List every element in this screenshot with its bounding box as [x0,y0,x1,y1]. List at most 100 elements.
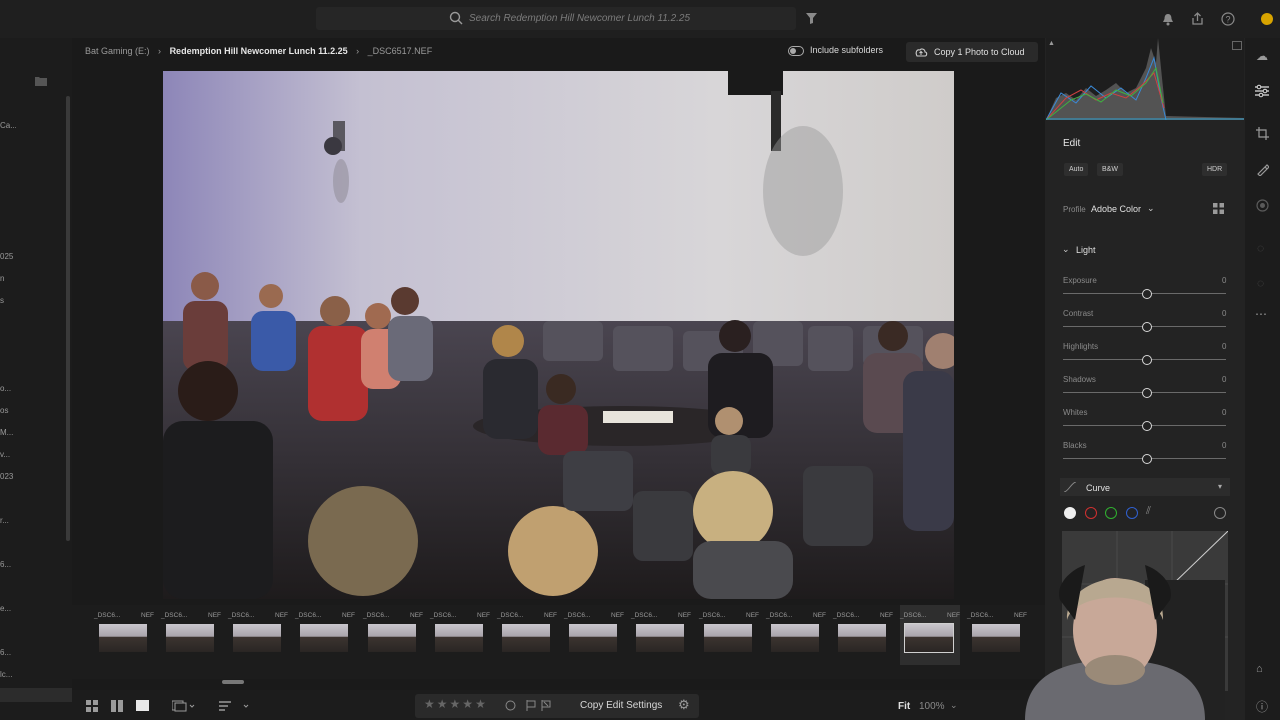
filmstrip-thumb[interactable]: _DSC6... NEF [430,605,490,665]
light-section-title[interactable]: Light [1076,245,1096,255]
filmstrip-scrollbar[interactable] [222,680,244,684]
sort-icon[interactable] [219,700,251,712]
profile-dropdown[interactable]: Adobe Color [1091,204,1141,214]
slider-handle[interactable] [1142,421,1152,431]
search-input[interactable]: Search Redemption Hill Newcomer Lunch 11… [316,7,796,30]
copy-to-cloud-button[interactable]: Copy 1 Photo to Cloud [906,42,1038,62]
collapse-light-icon[interactable]: ⌄ [1062,244,1070,255]
curve-reset-icon[interactable] [1214,507,1226,519]
curve-eyedropper-icon[interactable]: ⫽ [1146,505,1151,518]
filter-icon[interactable] [806,13,817,24]
star-icon[interactable]: ★ [437,697,448,711]
bw-button[interactable]: B&W [1097,163,1123,176]
slider-handle[interactable] [1142,388,1152,398]
sidebar-item[interactable]: r... [0,516,16,525]
sidebar-item[interactable]: e... [0,604,16,613]
healing-icon[interactable] [1256,163,1269,176]
unflag-icon[interactable] [505,700,516,711]
sidebar-item[interactable]: Ca... [0,121,16,130]
cloud-status-icon[interactable] [1261,13,1273,25]
filmstrip-thumb[interactable]: _DSC6... NEF [699,605,759,665]
sidebar-item[interactable]: 025 [0,252,16,261]
keyword-tag-icon[interactable]: ⌂ [1256,663,1263,675]
fit-zoom-button[interactable]: Fit [898,701,910,712]
slideshow-icon[interactable] [172,700,196,712]
filmstrip-thumb[interactable]: _DSC6... NEF [833,605,893,665]
star-icon[interactable]: ★ [462,697,473,711]
sidebar-item[interactable]: 023 [0,472,16,481]
more-options-icon[interactable]: ⋯ [1255,307,1267,321]
curve-menu-icon[interactable]: ▾ [1218,482,1222,491]
filmstrip-thumb[interactable]: _DSC6... NEF [363,605,423,665]
masking-icon[interactable] [1256,199,1269,212]
curve-channel-green[interactable] [1105,507,1117,519]
clip-highlights-icon[interactable] [1232,41,1242,50]
folder-add-icon[interactable] [35,76,47,86]
filmstrip-thumb[interactable]: _DSC6... NEF [766,605,826,665]
help-icon[interactable]: ? [1221,12,1235,26]
sidebar-item[interactable]: M... [0,428,16,437]
sidebar-item[interactable]: 6... [0,560,16,569]
sidebar-item[interactable]: os [0,406,16,415]
profile-browser-icon[interactable] [1213,203,1224,214]
sidebar-scrollbar[interactable] [66,96,70,541]
slider-value[interactable]: 0 [1222,441,1226,450]
grid-view-icon[interactable] [86,700,98,712]
sidebar-item[interactable]: v... [0,450,16,459]
filmstrip-thumb[interactable]: _DSC6... NEF [497,605,557,665]
curve-channel-red[interactable] [1085,507,1097,519]
filmstrip-thumb[interactable]: _DSC6... NEF [564,605,624,665]
filmstrip-thumb[interactable]: _DSC6... NEF [295,605,355,665]
sidebar-item[interactable]: lc... [0,670,16,679]
star-icon[interactable]: ★ [424,697,435,711]
filmstrip-thumb-selected[interactable]: _DSC6... NEF [900,605,960,665]
sidebar-item[interactable]: o... [0,384,16,393]
hdr-button[interactable]: HDR [1202,163,1228,176]
filmstrip-thumb[interactable]: _DSC6... NEF [94,605,154,665]
curve-channel-blue[interactable] [1126,507,1138,519]
sidebar-item[interactable]: s [0,296,16,305]
redeye-icon[interactable]: ◌ [1257,241,1264,255]
slider-handle[interactable] [1142,289,1152,299]
reject-flag-icon[interactable] [541,700,551,711]
curve-channel-rgb[interactable] [1064,507,1076,519]
sidebar-item[interactable]: 6... [0,648,16,657]
toggle-switch-icon[interactable] [788,45,804,56]
filmstrip-thumb[interactable]: _DSC6... NEF [161,605,221,665]
info-circle-icon[interactable]: ⓘ [1256,698,1268,715]
copy-edit-settings-button[interactable]: Copy Edit Settings [580,700,662,711]
sidebar-item[interactable]: n [0,274,16,283]
include-subfolders-toggle[interactable]: Include subfolders [788,45,883,56]
slider-value[interactable]: 0 [1222,375,1226,384]
filmstrip-thumb[interactable]: _DSC6... NEF [228,605,288,665]
bell-icon[interactable] [1162,13,1174,26]
star-icon[interactable]: ★ [475,697,486,711]
share-icon[interactable] [1191,12,1204,25]
auto-button[interactable]: Auto [1064,163,1089,176]
star-icon[interactable]: ★ [450,697,461,711]
filmstrip-thumb[interactable]: _DSC6... NEF [631,605,691,665]
slider-value[interactable]: 0 [1222,408,1226,417]
slider-value[interactable]: 0 [1222,276,1226,285]
star-rating[interactable]: ★ ★ ★ ★ ★ [423,697,487,711]
clip-shadows-icon[interactable]: ▲ [1048,40,1055,47]
zoom-dropdown-icon[interactable]: ⌄ [950,700,958,711]
breadcrumb-drive[interactable]: Bat Gaming (E:) [85,46,150,56]
detail-view-icon[interactable] [136,700,149,711]
info-icon[interactable]: ☁ [1256,49,1268,63]
edit-sliders-icon[interactable] [1255,84,1269,98]
square-grid-icon[interactable] [111,700,123,712]
main-photo[interactable] [163,71,954,599]
slider-value[interactable]: 0 [1222,309,1226,318]
presets-icon[interactable]: ◌ [1257,276,1264,290]
slider-handle[interactable] [1142,355,1152,365]
slider-handle[interactable] [1142,322,1152,332]
slider-value[interactable]: 0 [1222,342,1226,351]
slider-handle[interactable] [1142,454,1152,464]
sidebar-selected-row[interactable] [0,688,72,702]
chevron-down-icon[interactable]: ⌄ [1147,203,1155,214]
filmstrip[interactable]: _DSC6... NEF _DSC6... NEF _DSC6... NEF _DSC… [72,605,1045,679]
zoom-level[interactable]: 100% [919,701,945,712]
pick-flag-icon[interactable] [526,700,536,711]
settings-gear-icon[interactable]: ⚙ [678,697,690,713]
